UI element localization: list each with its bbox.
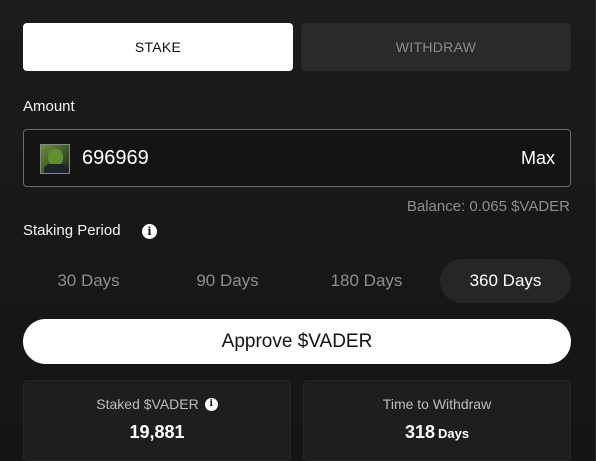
max-button[interactable]: Max [521,130,555,186]
tab-stake[interactable]: STAKE [23,23,293,71]
amount-input-box[interactable]: Max [23,129,571,187]
period-option-360-days[interactable]: 360 Days [440,259,571,303]
staked-vader-card: Staked $VADER i 19,881 [23,380,291,461]
staked-vader-value: 19,881 [129,422,185,442]
staking-period-label: Staking Period [23,222,121,239]
balance-text: Balance: 0.065 $VADER [406,198,570,215]
token-suit [44,164,68,173]
staked-vader-title: Staked $VADER i [24,396,290,412]
time-to-withdraw-title: Time to Withdraw [382,396,492,412]
token-face [48,149,63,165]
period-option-180-days[interactable]: 180 Days [301,259,432,303]
time-to-withdraw-card: Time to Withdraw 318 Days [303,380,571,461]
staked-vader-title-text: Staked $VADER [96,396,199,412]
info-icon[interactable]: i [204,397,218,411]
approve-button[interactable]: Approve $VADER [23,319,571,364]
stake-panel: STAKE WITHDRAW Amount Max Balance: 0.065… [0,0,596,461]
info-icon[interactable]: i [142,224,157,239]
vader-token-icon [40,144,70,174]
period-option-90-days[interactable]: 90 Days [162,259,293,303]
time-to-withdraw-unit: Days [437,426,470,441]
time-to-withdraw-value: 318 Days [304,422,570,443]
amount-input[interactable] [82,130,462,186]
amount-label: Amount [23,98,75,115]
time-to-withdraw-number: 318 [404,422,435,442]
stake-withdraw-tabs: STAKE WITHDRAW [23,23,571,71]
staking-period-options: 30 Days 90 Days 180 Days 360 Days [23,259,571,303]
period-option-30-days[interactable]: 30 Days [23,259,154,303]
tab-withdraw[interactable]: WITHDRAW [301,23,571,71]
